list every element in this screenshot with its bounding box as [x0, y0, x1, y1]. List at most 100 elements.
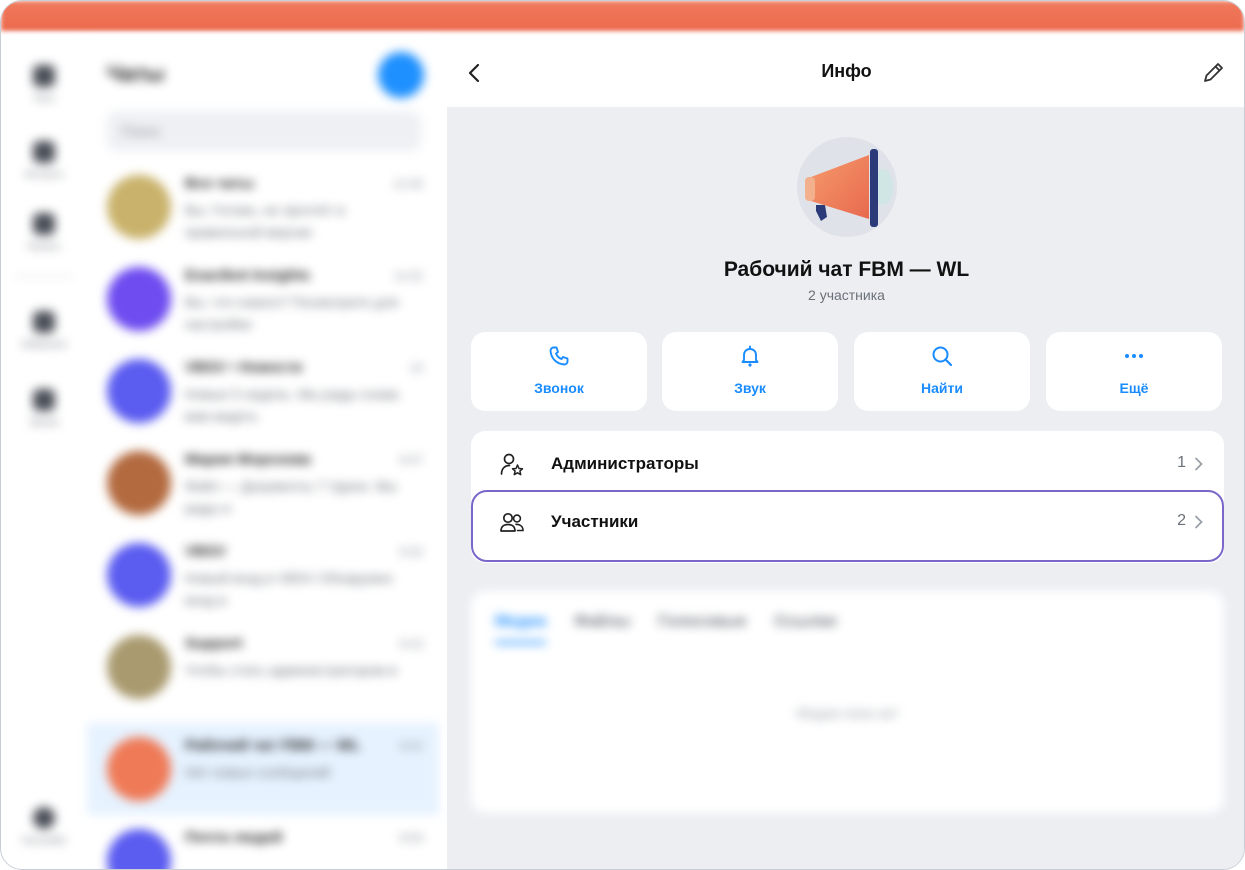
members-card: Администраторы 1 Участники 2 [471, 431, 1224, 563]
rail-item-calls[interactable]: Звонки [19, 387, 69, 443]
tab-voice[interactable]: Голосовые [658, 613, 746, 644]
rail-item-chats[interactable]: Чаты [19, 63, 69, 119]
chat-name: Все чаты [185, 175, 254, 192]
media-empty-text: Медиа пока нет [796, 705, 899, 721]
avatar [107, 635, 171, 699]
row-count: 2 [1177, 512, 1186, 529]
chat-search-input[interactable]: Поиск [107, 111, 421, 151]
row-label: Администраторы [551, 454, 699, 473]
chevron-right-icon [1195, 457, 1203, 471]
rail-item-settings[interactable]: Настройки [19, 805, 69, 861]
chat-list-item[interactable]: Мария Морозова 9:47 Файл — Документы 7 У… [87, 437, 439, 529]
chat-list-item[interactable]: Support 9:15 Чтобы стать администратором… [87, 621, 439, 713]
chat-list-item[interactable]: VBSV 9:32 Новый вход в VBSV Обнаружен вх… [87, 529, 439, 621]
call-button[interactable]: Звонок [471, 332, 647, 411]
pencil-icon [1204, 63, 1223, 82]
bell-icon [741, 345, 759, 367]
action-label: Ещё [1119, 380, 1149, 396]
rail-label: Чаты [33, 93, 55, 103]
chat-list-panel: Чаты Поиск Все чаты 12:45 Вы: Готово, не… [87, 39, 439, 869]
folder-icon [33, 213, 55, 235]
sound-button[interactable]: Звук [662, 332, 838, 411]
members-row[interactable]: Участники 2 [471, 493, 1224, 551]
more-dots-icon [1125, 354, 1143, 358]
avatar [107, 267, 171, 331]
chat-time: 12:45 [392, 177, 423, 191]
info-panel: Инфо Рабочий чат FBM — WL 2 участника Зв… [447, 39, 1244, 869]
search-icon [932, 346, 953, 367]
chat-list-title: Чаты [107, 61, 165, 86]
chat-name: VBSV [185, 543, 226, 560]
action-label: Звонок [534, 380, 584, 396]
rail-item-favorites[interactable]: Избранное [19, 309, 69, 365]
phone-icon [33, 389, 55, 411]
page-title: Инфо [821, 61, 872, 81]
chat-bubble-icon [33, 65, 55, 87]
chat-preview: Вы: что нового? Посмотрите для настройки [185, 294, 399, 332]
info-header: Инфо [447, 39, 1244, 107]
avatar [107, 829, 171, 869]
chat-name: Рабочий чат FBM — WL [185, 737, 361, 754]
bookmark-icon [33, 311, 55, 333]
phone-icon [549, 346, 569, 366]
chat-list-item[interactable]: Почта людей 8:50 [87, 815, 439, 869]
avatar [107, 359, 171, 423]
action-label: Найти [921, 380, 963, 396]
chat-list-item[interactable]: Exactbot Insights 11:52 Вы: что нового? … [87, 253, 439, 345]
megaphone-icon [805, 149, 893, 227]
chat-list-item-active[interactable]: Рабочий чат FBM — WL 9:02 Нет новых сооб… [87, 723, 439, 815]
chat-name: Exactbot Insights [185, 267, 311, 284]
row-count: 1 [1177, 454, 1186, 471]
rail-label: Избранное [21, 339, 67, 349]
chat-time: 9:15 [399, 637, 423, 651]
chat-name: Почта людей [185, 829, 283, 846]
rail-label: Каналы [28, 241, 60, 251]
media-tabs: Медиа Файлы Голосовые Ссылки [495, 613, 837, 644]
rail-item-contacts[interactable]: Контакты [19, 139, 69, 195]
chat-list-item[interactable]: VBSV • Новости 10 Новые 5 недель. Мы рад… [87, 345, 439, 437]
avatar [107, 451, 171, 515]
action-label: Звук [734, 380, 766, 396]
chat-preview: Нет новых сообщений [185, 764, 330, 780]
chat-preview: Чтобы стать администратором в [185, 662, 397, 678]
rail-label: Контакты [24, 169, 64, 179]
chat-time: 11:52 [393, 269, 423, 283]
find-button[interactable]: Найти [854, 332, 1030, 411]
avatar [107, 175, 171, 239]
tab-links[interactable]: Ссылки [775, 613, 837, 644]
group-name: Рабочий чат FBM — WL [723, 258, 970, 281]
settings-icon [33, 807, 55, 829]
chat-time: 8:50 [399, 831, 423, 845]
chat-preview: Вы: Готово, не прочтёт в правильной верс… [185, 202, 345, 240]
media-card: Медиа Файлы Голосовые Ссылки Медиа пока … [471, 591, 1224, 813]
tab-files[interactable]: Файлы [574, 613, 630, 644]
rail-item-channels[interactable]: Каналы [19, 211, 69, 267]
chat-name: VBSV • Новости [185, 359, 303, 376]
member-count: 2 участника [808, 287, 885, 303]
rail-divider [15, 276, 73, 278]
row-label: Участники [551, 512, 639, 531]
more-button[interactable]: Ещё [1046, 332, 1222, 411]
compose-button[interactable] [378, 52, 424, 98]
group-avatar [797, 137, 897, 237]
chat-name: Мария Морозова [185, 451, 311, 468]
chat-preview: Файл — Документы 7 Удачи. Мы рады и [185, 478, 397, 516]
edit-button[interactable] [1199, 59, 1227, 87]
chat-time: 9:32 [399, 545, 423, 559]
chat-time: 9:47 [399, 453, 423, 467]
chevron-right-icon [1195, 515, 1203, 529]
chat-list-item[interactable]: Все чаты 12:45 Вы: Готово, не прочтёт в … [87, 161, 439, 253]
rail-label: Звонки [29, 417, 59, 427]
avatar [107, 737, 171, 801]
rail-label: Настройки [21, 835, 67, 845]
avatar [107, 543, 171, 607]
chat-preview: Новый вход в VBSV Обнаружен вход в [185, 570, 393, 608]
administrators-row[interactable]: Администраторы 1 [471, 435, 1224, 493]
chat-preview: Новые 5 недель. Мы рады снова вам видеть [185, 386, 399, 424]
chat-time: 9:02 [399, 739, 423, 753]
tab-media[interactable]: Медиа [495, 613, 547, 644]
app-window: Чаты Контакты Каналы Избранное Звонки На… [0, 0, 1245, 870]
chat-time: 10 [409, 361, 423, 375]
contacts-icon [33, 141, 55, 163]
chat-name: Support [185, 635, 243, 652]
